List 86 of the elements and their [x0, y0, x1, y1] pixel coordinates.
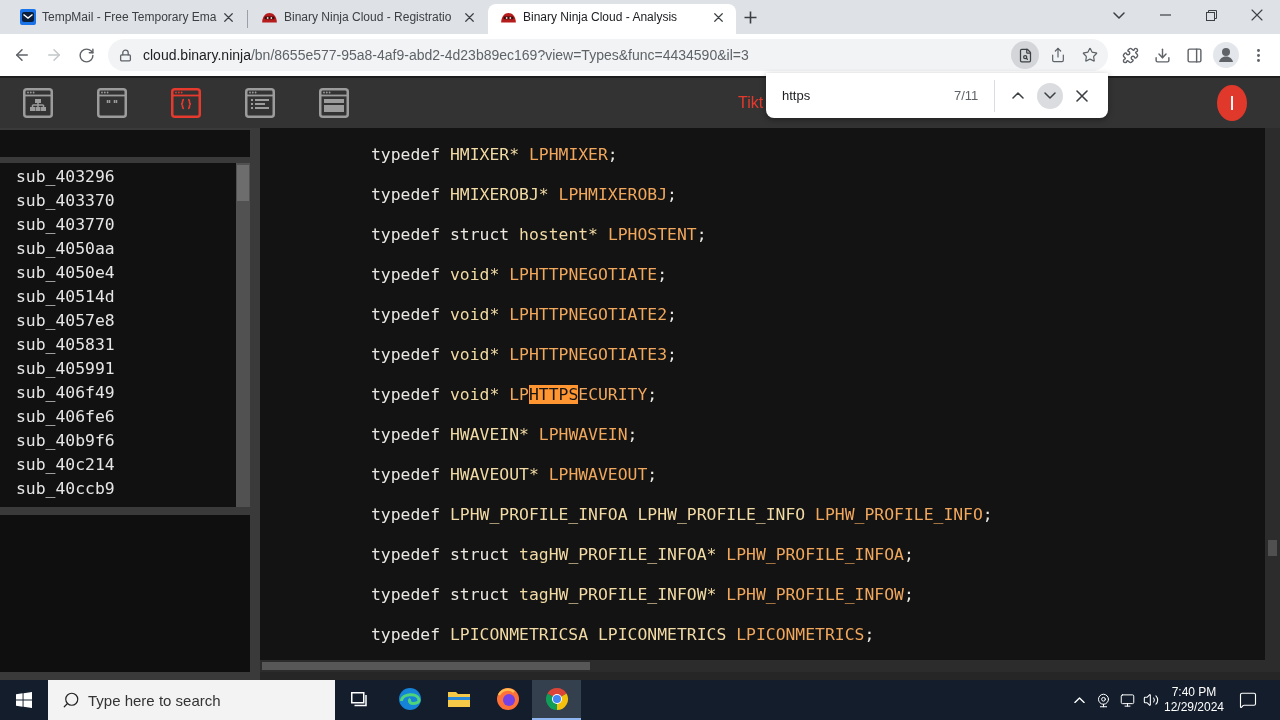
task-view-icon[interactable]	[351, 692, 369, 708]
account-icon[interactable]	[1213, 42, 1239, 68]
url-text: cloud.binary.ninja/bn/8655e577-95a8-4af9-abd2-4d23b89ec169?view=Types&func=4434590&il=3	[143, 45, 749, 65]
clock-date: 12/29/2024	[1163, 700, 1225, 715]
find-bar[interactable]: https 7/11	[766, 73, 1108, 118]
next-match-button[interactable]	[1037, 82, 1064, 109]
close-icon[interactable]	[465, 12, 474, 22]
function-list-item[interactable]: sub_4050e4	[0, 261, 236, 285]
back-icon[interactable]	[13, 46, 31, 64]
browser-tab[interactable]: Binary Ninja Cloud - Registratio	[249, 4, 487, 34]
find-in-page-button[interactable]	[1011, 41, 1039, 69]
close-icon[interactable]	[1251, 9, 1263, 21]
restore-icon[interactable]	[1205, 9, 1217, 21]
chevron-down-icon	[1044, 92, 1057, 99]
lock-icon[interactable]	[119, 48, 132, 62]
function-list-item[interactable]: sub_406f49	[0, 381, 236, 405]
function-list-item[interactable]: sub_40c214	[0, 453, 236, 477]
ninja-head-icon	[261, 11, 278, 23]
function-list-item[interactable]: sub_40b9f6	[0, 429, 236, 453]
function-list-item[interactable]: sub_403370	[0, 189, 236, 213]
browser-tab[interactable]: TempMail - Free Temporary Ema	[8, 4, 246, 34]
function-list-item[interactable]: sub_4057e8	[0, 309, 236, 333]
share-icon[interactable]	[1050, 47, 1066, 63]
star-icon[interactable]	[1082, 47, 1098, 63]
function-list-item[interactable]: sub_405831	[0, 333, 236, 357]
window-tree-icon[interactable]	[23, 88, 53, 118]
notification-icon[interactable]	[1238, 691, 1257, 709]
function-list-item[interactable]: sub_406fe6	[0, 405, 236, 429]
clock-time: 7:40 PM	[1171, 685, 1217, 700]
app-title: Tikt	[738, 93, 764, 113]
code-line: typedef HWAVEIN* LPHWAVEIN;	[371, 423, 638, 446]
folder-icon	[446, 689, 471, 709]
code-line: typedef HWAVEOUT* LPHWAVEOUT;	[371, 463, 658, 486]
chevron-down-icon[interactable]	[1113, 11, 1125, 19]
reload-icon[interactable]	[77, 46, 95, 64]
window-quotes-icon[interactable]	[97, 88, 127, 118]
speaker-icon[interactable]	[1143, 692, 1159, 708]
function-list-item[interactable]: sub_403296	[0, 165, 236, 189]
code-line: typedef void* LPHTTPNEGOTIATE2;	[371, 303, 677, 326]
code-line: typedef void* LPHTTPNEGOTIATE3;	[371, 343, 677, 366]
webcam-icon[interactable]	[1095, 692, 1111, 708]
window-panels-icon[interactable]	[319, 88, 349, 118]
code-line: typedef struct tagHW_PROFILE_INFOA* LPHW_PROFILE_INFOA;	[371, 543, 914, 566]
window-list-icon[interactable]	[245, 88, 275, 118]
function-list-item[interactable]: sub_40514d	[0, 285, 236, 309]
windows-logo-icon[interactable]	[16, 692, 32, 708]
firefox-icon	[495, 687, 520, 711]
scrollbar-thumb[interactable]	[237, 165, 249, 201]
close-icon[interactable]	[1076, 89, 1089, 102]
scrollbar-thumb[interactable]	[1268, 540, 1277, 556]
search-icon	[62, 691, 80, 709]
code-line: typedef struct hostent* LPHOSTENT;	[371, 223, 707, 246]
code-line: typedef HMIXER* LPHMIXER;	[371, 143, 618, 166]
side-panel-icon[interactable]	[1185, 46, 1203, 64]
chevron-up-icon[interactable]	[1012, 92, 1025, 99]
ninja-head-icon	[500, 11, 517, 23]
minimize-icon[interactable]	[1159, 14, 1171, 16]
function-list-item[interactable]: sub_405991	[0, 357, 236, 381]
match-count: 7/11	[954, 86, 979, 105]
code-line: typedef LPICONMETRICSA LPICONMETRICS LPICONMETRICS;	[371, 623, 875, 646]
window-braces-icon[interactable]	[171, 88, 201, 118]
function-list-item[interactable]: sub_40ccb9	[0, 477, 236, 501]
monitor-icon[interactable]	[1119, 692, 1135, 708]
code-line: typedef struct tagHW_PROFILE_INFOW* LPHW_PROFILE_INFOW;	[371, 583, 914, 606]
close-icon[interactable]	[224, 12, 233, 22]
download-icon[interactable]	[1153, 46, 1171, 64]
code-line: typedef LPHW_PROFILE_INFOA LPHW_PROFILE_INFO LPHW_PROFILE_INFO;	[371, 503, 993, 526]
taskbar-app-button[interactable]	[532, 680, 581, 720]
scrollbar-thumb[interactable]	[262, 662, 590, 670]
filter-field[interactable]	[0, 130, 250, 157]
puzzle-icon[interactable]	[1121, 46, 1139, 64]
code-line: typedef HMIXEROBJ* LPHMIXEROBJ;	[371, 183, 677, 206]
plus-icon[interactable]	[743, 10, 757, 24]
function-list-item[interactable]: sub_4050aa	[0, 237, 236, 261]
mail-icon	[20, 9, 36, 25]
search-field[interactable]: Type here to search	[48, 680, 335, 720]
code-line: typedef void* LPHTTPSECURITY;	[371, 383, 658, 406]
user-avatar[interactable]: I	[1217, 85, 1247, 121]
function-list-item[interactable]: sub_403770	[0, 213, 236, 237]
browser-tab[interactable]: Binary Ninja Cloud - Analysis	[488, 4, 736, 34]
close-icon[interactable]	[714, 12, 723, 22]
page-search-icon	[1017, 47, 1033, 63]
chrome-icon	[544, 687, 569, 711]
edge-icon	[397, 687, 422, 711]
address-bar[interactable]: cloud.binary.ninja/bn/8655e577-95a8-4af9-abd2-4d23b89ec169?view=Types&func=4434590&il=3	[108, 39, 1108, 71]
code-line: typedef void* LPHTTPNEGOTIATE;	[371, 263, 668, 286]
